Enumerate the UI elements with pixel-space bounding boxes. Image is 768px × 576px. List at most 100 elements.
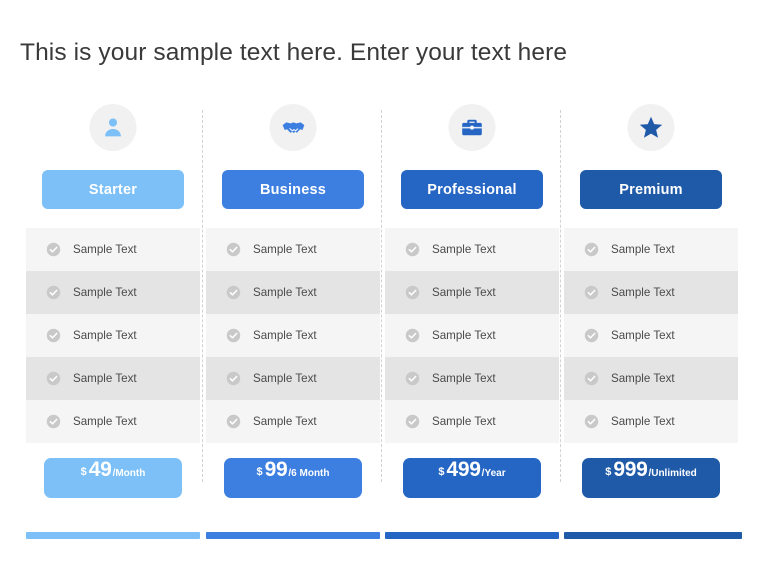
feature-list: Sample Text Sample Text Sample Text Samp… (385, 228, 559, 443)
feature-row: Sample Text (385, 314, 559, 357)
check-circle-icon (584, 242, 599, 257)
check-circle-icon (226, 285, 241, 300)
price-amount: 499 (446, 458, 481, 481)
feature-row: Sample Text (385, 357, 559, 400)
price-period: /Unlimited (648, 468, 697, 479)
feature-row: Sample Text (564, 400, 738, 443)
feature-list: Sample Text Sample Text Sample Text Samp… (26, 228, 200, 443)
feature-label: Sample Text (253, 286, 317, 299)
plan-icon-badge (627, 104, 675, 151)
accent-bar-group (26, 532, 742, 539)
check-circle-icon (46, 285, 61, 300)
plan-button-starter[interactable]: Starter (42, 170, 184, 209)
check-circle-icon (405, 242, 420, 257)
price-amount: 49 (88, 458, 112, 481)
feature-row: Sample Text (564, 314, 738, 357)
price-currency: $ (80, 466, 87, 478)
pricing-column-starter: Starter Sample Text Sample Text Sample T… (26, 100, 200, 544)
feature-label: Sample Text (432, 286, 496, 299)
column-divider (560, 110, 561, 482)
accent-bar-professional (385, 532, 559, 539)
check-circle-icon (226, 414, 241, 429)
pricing-column-professional: Professional Sample Text Sample Text Sam… (385, 100, 559, 544)
plan-icon-badge (89, 104, 137, 151)
feature-label: Sample Text (73, 286, 137, 299)
column-divider (202, 110, 203, 482)
feature-label: Sample Text (253, 415, 317, 428)
check-circle-icon (46, 242, 61, 257)
check-circle-icon (226, 328, 241, 343)
price-currency: $ (438, 466, 445, 478)
feature-row: Sample Text (26, 271, 200, 314)
feature-row: Sample Text (564, 357, 738, 400)
feature-label: Sample Text (73, 415, 137, 428)
pricing-column-business: Business Sample Text Sample Text Sample … (206, 100, 380, 544)
feature-list: Sample Text Sample Text Sample Text Samp… (206, 228, 380, 443)
feature-label: Sample Text (73, 372, 137, 385)
feature-row: Sample Text (564, 271, 738, 314)
pricing-table: Starter Sample Text Sample Text Sample T… (26, 100, 742, 544)
feature-row: Sample Text (385, 228, 559, 271)
price-period: /Month (112, 468, 146, 479)
price-amount: 99 (264, 458, 288, 481)
price-currency: $ (256, 466, 263, 478)
feature-label: Sample Text (432, 415, 496, 428)
briefcase-icon (460, 115, 485, 140)
feature-label: Sample Text (73, 329, 137, 342)
feature-label: Sample Text (73, 243, 137, 256)
plan-label: Professional (427, 181, 517, 198)
price-amount: 999 (613, 458, 648, 481)
check-circle-icon (405, 371, 420, 386)
plan-icon-badge (269, 104, 317, 151)
star-icon (638, 114, 665, 141)
page-title: This is your sample text here. Enter you… (20, 39, 568, 67)
feature-label: Sample Text (611, 243, 675, 256)
accent-bar-starter (26, 532, 200, 539)
feature-row: Sample Text (385, 400, 559, 443)
feature-row: Sample Text (26, 228, 200, 271)
check-circle-icon (584, 414, 599, 429)
check-circle-icon (405, 285, 420, 300)
check-circle-icon (405, 328, 420, 343)
plan-label: Starter (88, 181, 138, 198)
price-button-professional[interactable]: $ 499 /Year (403, 458, 541, 498)
price-button-business[interactable]: $ 99 /6 Month (224, 458, 362, 498)
feature-label: Sample Text (432, 243, 496, 256)
plan-label: Business (259, 181, 327, 198)
feature-label: Sample Text (611, 415, 675, 428)
feature-label: Sample Text (611, 329, 675, 342)
feature-label: Sample Text (432, 372, 496, 385)
check-circle-icon (46, 328, 61, 343)
feature-row: Sample Text (206, 314, 380, 357)
accent-bar-premium (564, 532, 742, 539)
plan-button-professional[interactable]: Professional (401, 170, 543, 209)
feature-row: Sample Text (26, 400, 200, 443)
feature-label: Sample Text (253, 372, 317, 385)
check-circle-icon (226, 242, 241, 257)
check-circle-icon (584, 285, 599, 300)
price-button-premium[interactable]: $ 999 /Unlimited (582, 458, 720, 498)
handshake-icon (280, 115, 306, 141)
check-circle-icon (405, 414, 420, 429)
column-divider (381, 110, 382, 482)
feature-row: Sample Text (206, 357, 380, 400)
feature-row: Sample Text (26, 314, 200, 357)
feature-row: Sample Text (206, 400, 380, 443)
feature-label: Sample Text (253, 243, 317, 256)
feature-row: Sample Text (564, 228, 738, 271)
feature-label: Sample Text (253, 329, 317, 342)
check-circle-icon (46, 414, 61, 429)
check-circle-icon (226, 371, 241, 386)
plan-button-premium[interactable]: Premium (580, 170, 722, 209)
feature-label: Sample Text (432, 329, 496, 342)
price-button-starter[interactable]: $ 49 /Month (44, 458, 182, 498)
price-period: /Year (481, 468, 506, 479)
check-circle-icon (46, 371, 61, 386)
price-period: /6 Month (288, 468, 330, 479)
accent-bar-business (206, 532, 380, 539)
plan-button-business[interactable]: Business (222, 170, 364, 209)
feature-row: Sample Text (385, 271, 559, 314)
feature-list: Sample Text Sample Text Sample Text Samp… (564, 228, 738, 443)
price-currency: $ (605, 466, 612, 478)
feature-row: Sample Text (206, 271, 380, 314)
